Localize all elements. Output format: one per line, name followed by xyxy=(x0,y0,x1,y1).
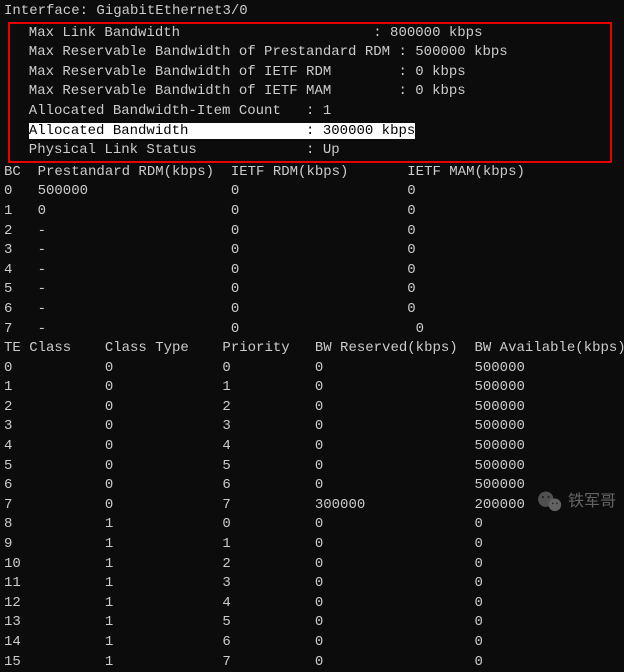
te-row: 0 0 0 0 500000 xyxy=(4,359,620,379)
watermark-overlay: 铁军哥 xyxy=(536,488,616,516)
wechat-icon xyxy=(536,488,564,516)
te-row: 4 0 4 0 500000 xyxy=(4,437,620,457)
te-row: 13 1 5 0 0 xyxy=(4,613,620,633)
max-link-bandwidth: Max Link Bandwidth : 800000 kbps xyxy=(12,24,608,44)
bc-row: 4 - 0 0 xyxy=(4,261,620,281)
te-row: 3 0 3 0 500000 xyxy=(4,417,620,437)
bc-table-header: BC Prestandard RDM(kbps) IETF RDM(kbps) … xyxy=(4,163,620,183)
interface-label: Interface: xyxy=(4,3,96,19)
allocated-bandwidth-prefix xyxy=(12,123,29,139)
te-row: 1 0 1 0 500000 xyxy=(4,378,620,398)
te-row: 7 0 7 300000 200000 xyxy=(4,496,620,516)
te-row: 6 0 6 0 500000 xyxy=(4,476,620,496)
max-reservable-ietf-mam: Max Reservable Bandwidth of IETF MAM : 0… xyxy=(12,82,608,102)
te-row: 8 1 0 0 0 xyxy=(4,515,620,535)
te-row: 10 1 2 0 0 xyxy=(4,555,620,575)
te-row: 2 0 2 0 500000 xyxy=(4,398,620,418)
te-class-table-body: 0 0 0 0 5000001 0 1 0 5000002 0 2 0 5000… xyxy=(4,359,620,672)
highlighted-bandwidth-box: Max Link Bandwidth : 800000 kbps Max Res… xyxy=(8,22,612,163)
watermark-text: 铁军哥 xyxy=(568,491,616,513)
bc-row: 7 - 0 0 xyxy=(4,320,620,340)
allocated-bandwidth-highlight: Allocated Bandwidth : 300000 kbps xyxy=(29,123,415,139)
bc-row: 2 - 0 0 xyxy=(4,222,620,242)
te-row: 5 0 5 0 500000 xyxy=(4,457,620,477)
te-class-table-header: TE Class Class Type Priority BW Reserved… xyxy=(4,339,620,359)
bc-row: 5 - 0 0 xyxy=(4,280,620,300)
bc-row: 3 - 0 0 xyxy=(4,241,620,261)
te-row: 14 1 6 0 0 xyxy=(4,633,620,653)
te-row: 9 1 1 0 0 xyxy=(4,535,620,555)
bc-row: 6 - 0 0 xyxy=(4,300,620,320)
allocated-bandwidth-line: Allocated Bandwidth : 300000 kbps xyxy=(12,122,608,142)
te-row: 11 1 3 0 0 xyxy=(4,574,620,594)
te-row: 12 1 4 0 0 xyxy=(4,594,620,614)
max-reservable-prestandard-rdm: Max Reservable Bandwidth of Prestandard … xyxy=(12,43,608,63)
te-row: 15 1 7 0 0 xyxy=(4,653,620,672)
bc-table-body: 0 500000 0 01 0 0 02 - 0 03 - 0 04 xyxy=(4,182,620,339)
interface-name: GigabitEthernet3/0 xyxy=(96,3,247,19)
bc-row: 1 0 0 0 xyxy=(4,202,620,222)
max-reservable-ietf-rdm: Max Reservable Bandwidth of IETF RDM : 0… xyxy=(12,63,608,83)
interface-line: Interface: GigabitEthernet3/0 xyxy=(4,2,620,22)
bc-row: 0 500000 0 0 xyxy=(4,182,620,202)
allocated-bandwidth-item-count: Allocated Bandwidth-Item Count : 1 xyxy=(12,102,608,122)
physical-link-status: Physical Link Status : Up xyxy=(12,141,608,161)
